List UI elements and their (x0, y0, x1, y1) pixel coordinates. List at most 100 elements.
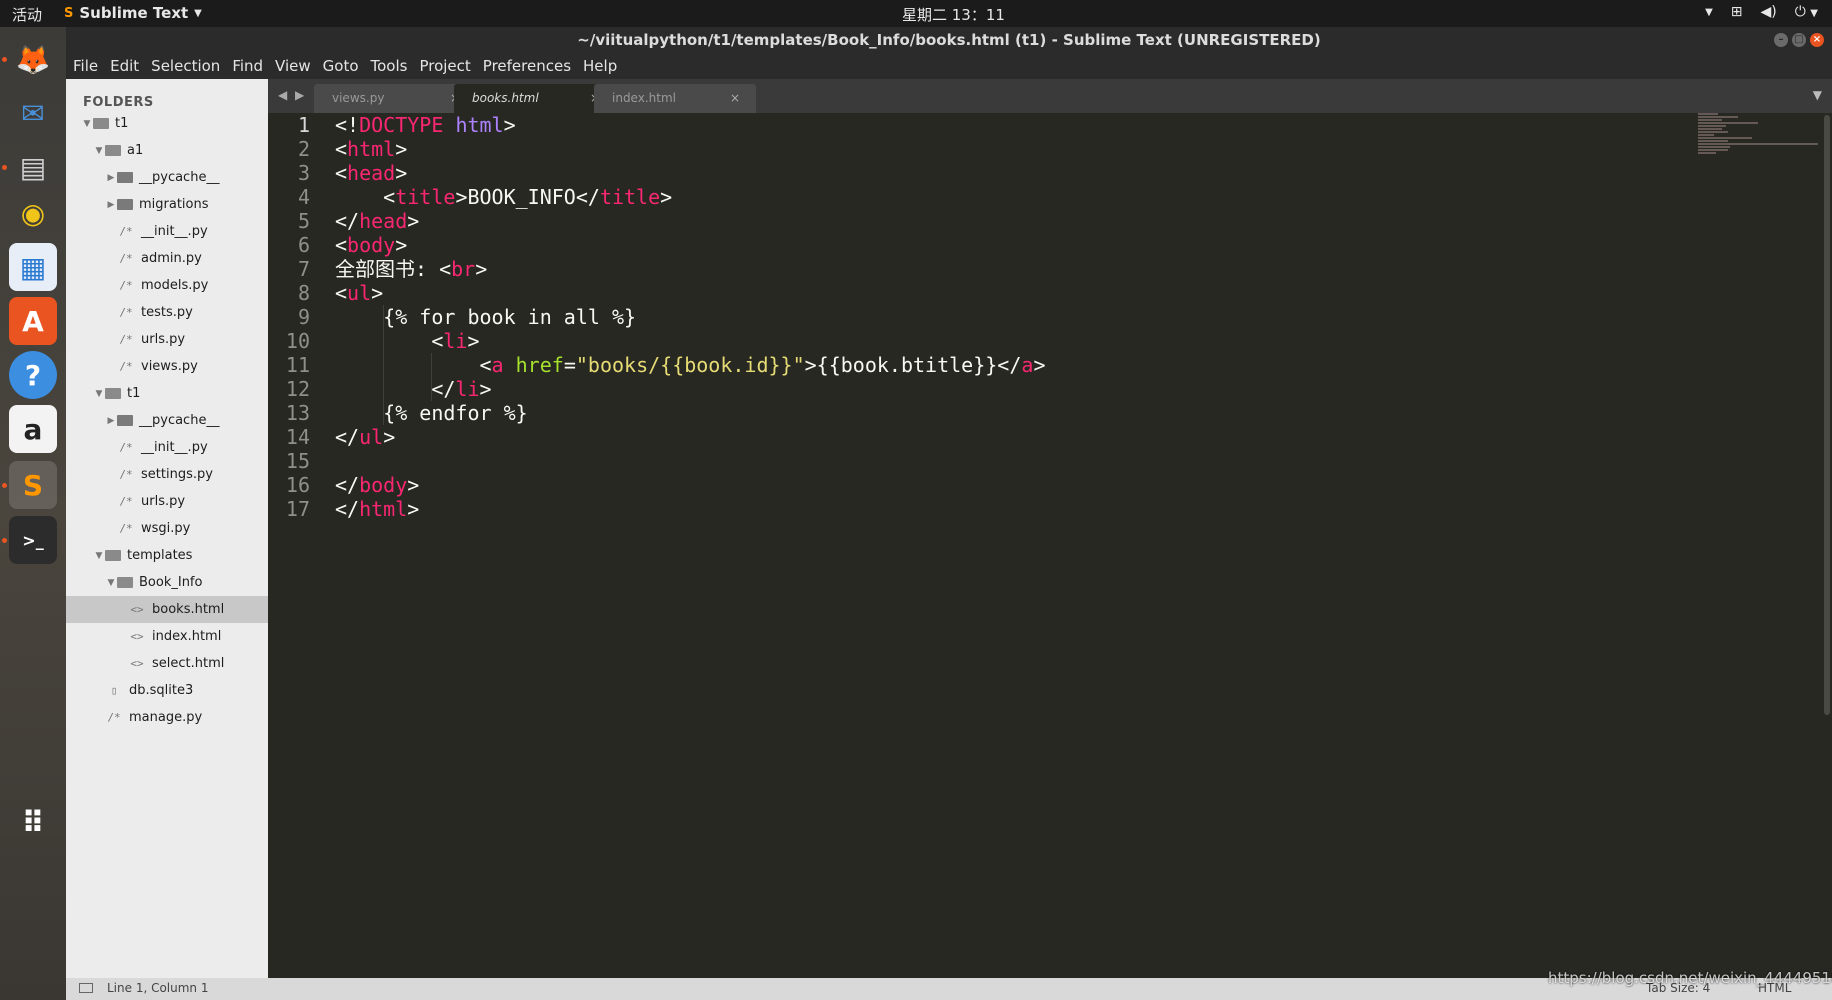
tab-overflow-menu-icon[interactable]: ▼ (1813, 88, 1822, 102)
dock-rhythmbox-icon[interactable]: ◉ (9, 189, 57, 237)
activities-button[interactable]: 活动 (12, 4, 42, 25)
tab-books-html[interactable]: books.html× (454, 84, 616, 113)
sidebar-item-init-py[interactable]: /* __init__.py (66, 434, 268, 461)
expanded-triangle-icon[interactable]: ▼ (93, 551, 105, 561)
dock-terminal-icon[interactable]: >_ (9, 516, 57, 564)
code-line[interactable]: <title>BOOK_INFO</title> (335, 185, 672, 209)
code-line[interactable]: </li> (335, 377, 491, 401)
network-icon[interactable]: ⊞ (1731, 4, 1743, 20)
menu-view[interactable]: View (275, 57, 311, 75)
dock-libreoffice-writer-icon[interactable]: ▦ (9, 243, 57, 291)
dropdown-icon[interactable]: ▼ (1705, 7, 1713, 18)
sidebar-item-templates[interactable]: ▼ templates (66, 542, 268, 569)
sidebar-item-pycache[interactable]: ▶ __pycache__ (66, 407, 268, 434)
menu-goto[interactable]: Goto (323, 57, 359, 75)
sidebar-item-urls-py[interactable]: /* urls.py (66, 326, 268, 353)
code-line[interactable]: <a href="books/{{book.id}}">{{book.btitl… (335, 353, 1045, 377)
code-token: li (455, 377, 480, 401)
panel-toggle-icon[interactable] (79, 983, 93, 993)
dock-thunderbird-icon[interactable]: ✉ (9, 89, 57, 137)
show-applications-glyph-icon: ⠿ (21, 805, 45, 841)
volume-icon[interactable]: ◀) (1761, 4, 1777, 20)
dock-files-icon[interactable]: ▤ (9, 143, 57, 191)
system-tray[interactable]: ▼ ⊞ ◀) ⏻ ▼ (1705, 4, 1818, 20)
expanded-triangle-icon[interactable]: ▼ (81, 119, 93, 129)
sidebar-item-index-html[interactable]: <> index.html (66, 623, 268, 650)
menu-help[interactable]: Help (583, 57, 617, 75)
code-line[interactable]: <!DOCTYPE html> (335, 113, 516, 137)
dock-firefox-icon[interactable]: 🦊 (9, 35, 57, 83)
power-icon[interactable]: ⏻ ▼ (1795, 4, 1818, 20)
terminal-glyph-icon: >_ (22, 530, 44, 550)
sidebar-item-settings-py[interactable]: /* settings.py (66, 461, 268, 488)
sidebar-item-urls-py[interactable]: /* urls.py (66, 488, 268, 515)
maximize-icon[interactable]: □ (1792, 33, 1806, 47)
sidebar-item-t1[interactable]: ▼ t1 (66, 110, 268, 137)
code-line[interactable]: {% for book in all %} (335, 305, 636, 329)
sidebar-item-models-py[interactable]: /* models.py (66, 272, 268, 299)
sidebar-item-admin-py[interactable]: /* admin.py (66, 245, 268, 272)
dock-help-icon[interactable]: ? (9, 351, 57, 399)
sidebar-item-manage-py[interactable]: /* manage.py (66, 704, 268, 731)
menu-tools[interactable]: Tools (371, 57, 408, 75)
code-line[interactable]: {% endfor %} (335, 401, 528, 425)
sidebar-item-pycache[interactable]: ▶ __pycache__ (66, 164, 268, 191)
code-line[interactable]: <ul> (335, 281, 383, 305)
dock-amazon-icon[interactable]: a (9, 405, 57, 453)
open-folder-icon (105, 550, 121, 561)
menu-edit[interactable]: Edit (110, 57, 139, 75)
menu-preferences[interactable]: Preferences (483, 57, 571, 75)
menu-project[interactable]: Project (419, 57, 470, 75)
window-title-bar[interactable]: ~/viitualpython/t1/templates/Book_Info/b… (66, 27, 1832, 53)
sidebar-item-book-info[interactable]: ▼ Book_Info (66, 569, 268, 596)
dock-sublime-text-icon[interactable]: S (9, 461, 57, 509)
sidebar-item-books-html[interactable]: <> books.html (66, 596, 268, 623)
sidebar-item-views-py[interactable]: /* views.py (66, 353, 268, 380)
code-line[interactable]: </body> (335, 473, 419, 497)
minimap[interactable] (1698, 113, 1818, 163)
sidebar-item-select-html[interactable]: <> select.html (66, 650, 268, 677)
close-icon[interactable]: × (1810, 33, 1824, 47)
close-icon[interactable]: × (730, 84, 740, 113)
tab-index-html[interactable]: index.html × (594, 84, 756, 113)
code-line[interactable]: </head> (335, 209, 419, 233)
python-file-icon: /* (119, 441, 133, 454)
code-line[interactable]: <body> (335, 233, 407, 257)
tab-navigation-arrows-icon[interactable]: ◀ ▶ (278, 88, 306, 102)
sidebar-item-a1[interactable]: ▼ a1 (66, 137, 268, 164)
expanded-triangle-icon[interactable]: ▼ (93, 389, 105, 399)
menu-selection[interactable]: Selection (151, 57, 220, 75)
sidebar-item-t1[interactable]: ▼ t1 (66, 380, 268, 407)
expanded-triangle-icon[interactable]: ▼ (93, 146, 105, 156)
sidebar-item-wsgi-py[interactable]: /* wsgi.py (66, 515, 268, 542)
code-token: a (491, 353, 504, 377)
collapsed-triangle-icon[interactable]: ▶ (105, 416, 117, 426)
code-token: > (475, 257, 488, 281)
expanded-triangle-icon[interactable]: ▼ (105, 578, 117, 588)
sidebar-item-init-py[interactable]: /* __init__.py (66, 218, 268, 245)
minimize-icon[interactable]: – (1774, 33, 1788, 47)
sidebar-item-db-sqlite3[interactable]: ▯ db.sqlite3 (66, 677, 268, 704)
clock[interactable]: 星期二 13：11 (902, 4, 1005, 25)
collapsed-triangle-icon[interactable]: ▶ (105, 200, 117, 210)
code-line[interactable]: 全部图书: <br> (335, 257, 487, 281)
code-line[interactable]: <head> (335, 161, 407, 185)
sidebar-item-migrations[interactable]: ▶ migrations (66, 191, 268, 218)
tab-views-py[interactable]: views.py× (314, 84, 476, 113)
code-line[interactable]: <li> (335, 329, 479, 353)
menu-file[interactable]: File (73, 57, 98, 75)
code-line[interactable]: </html> (335, 497, 419, 521)
menu-find[interactable]: Find (232, 57, 263, 75)
vertical-scrollbar[interactable] (1824, 115, 1830, 715)
collapsed-triangle-icon[interactable]: ▶ (105, 173, 117, 183)
code-line[interactable]: <html> (335, 137, 407, 161)
app-menu[interactable]: S Sublime Text ▼ (64, 4, 202, 22)
code-editor[interactable]: 1 2 3 4 5 6 7 8 9 10 11 12 13 14 15 16 17 <!DOCTYPE html… (268, 113, 1832, 978)
code-line[interactable]: </ul> (335, 425, 395, 449)
code-token: head (347, 161, 396, 185)
dock-software-center-icon[interactable]: A (9, 297, 57, 345)
sidebar-item-label: __pycache__ (139, 170, 220, 185)
sidebar-item-tests-py[interactable]: /* tests.py (66, 299, 268, 326)
thunderbird-glyph-icon: ✉ (21, 96, 45, 130)
dock-show-applications-icon[interactable]: ⠿ (9, 799, 57, 847)
